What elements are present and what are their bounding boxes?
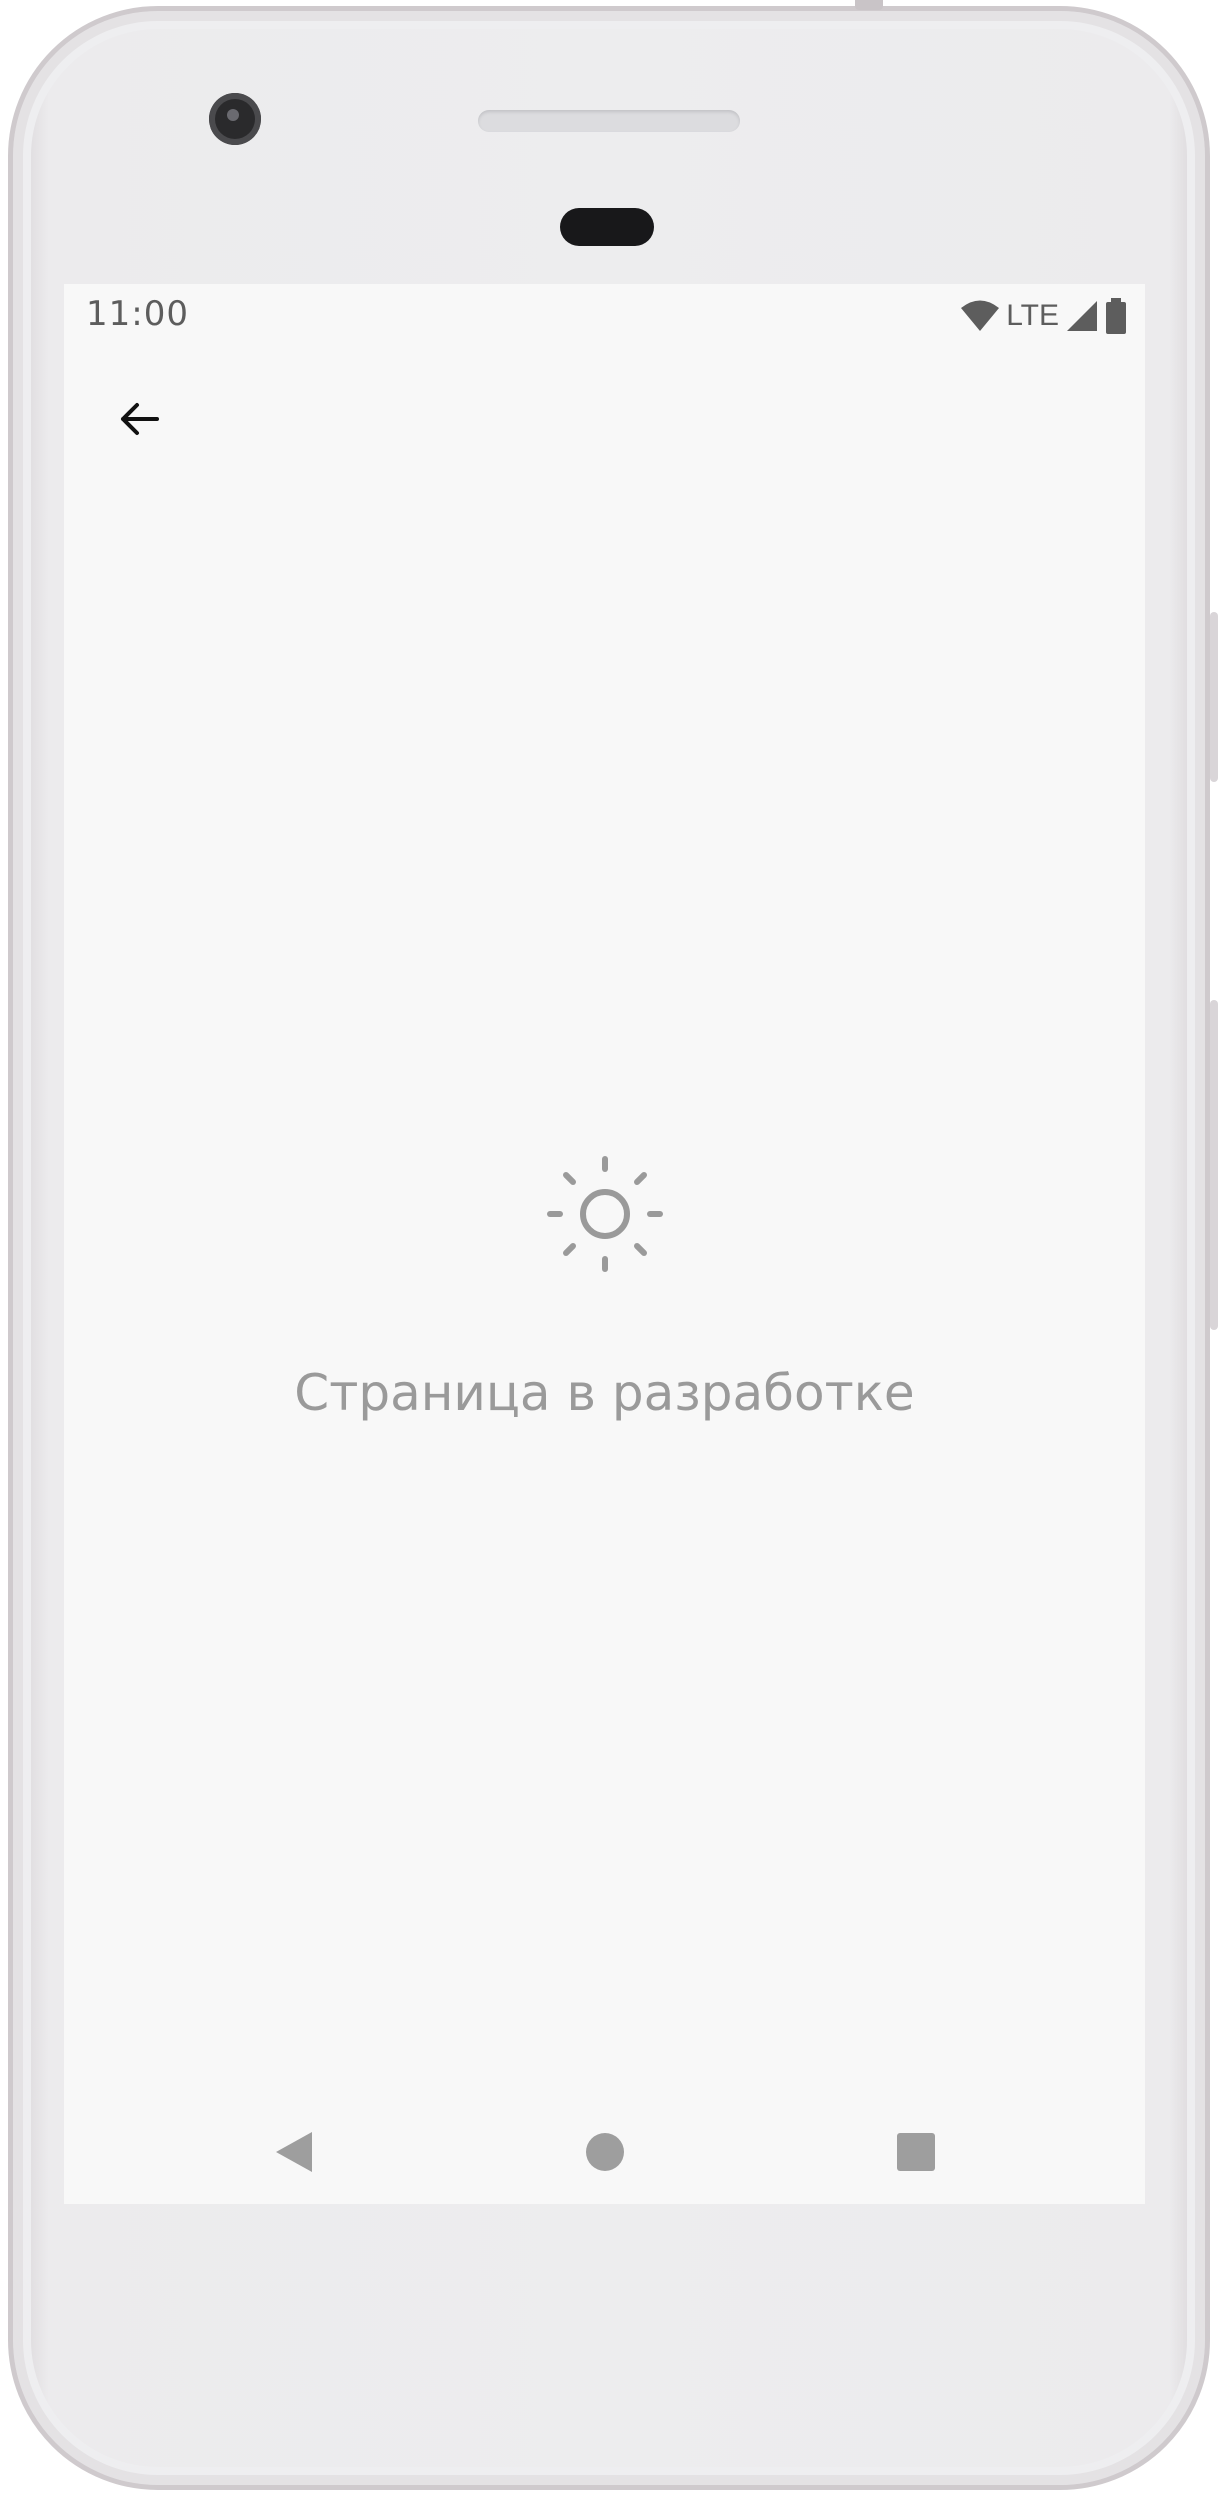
wifi-icon xyxy=(961,300,1000,331)
battery-icon xyxy=(1106,298,1126,334)
nav-recents-icon xyxy=(897,2133,935,2171)
screen: 11:00 LTE Страница в разработке xyxy=(64,284,1145,2204)
nav-back-button[interactable] xyxy=(264,2122,324,2182)
under-construction-message: Страница в разработке xyxy=(294,1364,915,1422)
phone-top-nub xyxy=(855,0,883,10)
front-camera xyxy=(209,93,261,145)
proximity-sensor xyxy=(560,208,654,246)
back-button[interactable] xyxy=(104,384,174,454)
navigation-bar xyxy=(64,2114,1145,2194)
nav-home-button[interactable] xyxy=(575,2122,635,2182)
nav-back-icon xyxy=(276,2132,312,2172)
phone-side-button-upper xyxy=(1210,612,1218,782)
status-icons: LTE xyxy=(960,296,1127,336)
brightness-icon xyxy=(546,1156,663,1272)
phone-side-button-lower xyxy=(1210,1000,1218,1330)
lte-label: LTE xyxy=(1006,299,1059,332)
nav-recents-button[interactable] xyxy=(886,2122,946,2182)
arrow-back-icon xyxy=(121,403,159,435)
under-construction-block: Страница в разработке xyxy=(64,1154,1145,1422)
earpiece-speaker xyxy=(478,110,740,132)
signal-icon xyxy=(1067,301,1097,331)
status-bar: 11:00 LTE xyxy=(64,284,1145,352)
nav-home-icon xyxy=(586,2133,624,2171)
status-time: 11:00 xyxy=(86,294,189,334)
